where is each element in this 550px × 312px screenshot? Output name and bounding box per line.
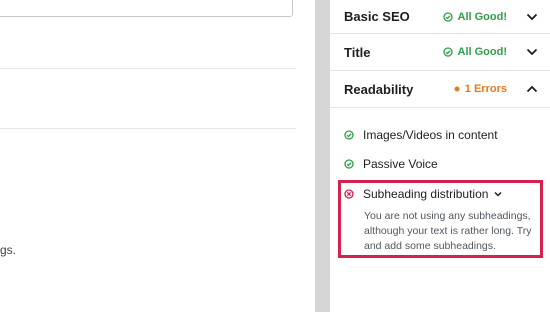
check-item-expandable[interactable]: Subheading distribution	[344, 187, 502, 201]
chevron-up-icon[interactable]	[526, 85, 538, 93]
check-item: Images/Videos in content	[344, 128, 498, 142]
status-text: All Good!	[457, 10, 508, 23]
check-label: Passive Voice	[363, 157, 438, 171]
check-circle-icon	[442, 11, 453, 22]
section-title: Basic SEO	[344, 9, 410, 24]
editor-divider	[0, 128, 296, 129]
check-label: Images/Videos in content	[363, 128, 498, 142]
section-title: Title	[344, 44, 371, 60]
check-item: Passive Voice	[344, 157, 438, 171]
dot-icon	[454, 86, 460, 92]
editor-title-field[interactable]	[0, 0, 293, 17]
section-title[interactable]: Title All Good!	[330, 34, 550, 71]
status-badge: All Good!	[442, 10, 508, 23]
status-badge: All Good!	[442, 46, 508, 58]
editor-divider	[0, 68, 296, 69]
error-circle-icon	[344, 189, 354, 199]
editor-area: gs.	[0, 0, 315, 312]
chevron-down-icon[interactable]	[526, 13, 538, 21]
check-description: You are not using any subheadings, altho…	[364, 210, 532, 252]
chevron-down-icon[interactable]	[526, 48, 538, 56]
check-circle-icon	[344, 159, 354, 169]
section-title: Readability	[344, 81, 414, 97]
editor-body-text: gs.	[0, 243, 17, 257]
status-text: All Good!	[457, 46, 508, 58]
check-circle-icon	[442, 47, 453, 57]
status-text: 1 Errors	[464, 83, 507, 95]
chevron-down-icon[interactable]	[494, 191, 502, 197]
status-badge: 1 Errors	[454, 83, 507, 95]
scrollbar-track[interactable]	[315, 0, 330, 312]
seo-sidebar: Basic SEO All Good! Title All Good! Read…	[330, 0, 550, 312]
section-basic-seo[interactable]: Basic SEO All Good!	[330, 0, 550, 34]
check-circle-icon	[344, 130, 354, 140]
section-readability[interactable]: Readability 1 Errors	[330, 71, 550, 108]
check-label: Subheading distribution	[363, 187, 489, 201]
